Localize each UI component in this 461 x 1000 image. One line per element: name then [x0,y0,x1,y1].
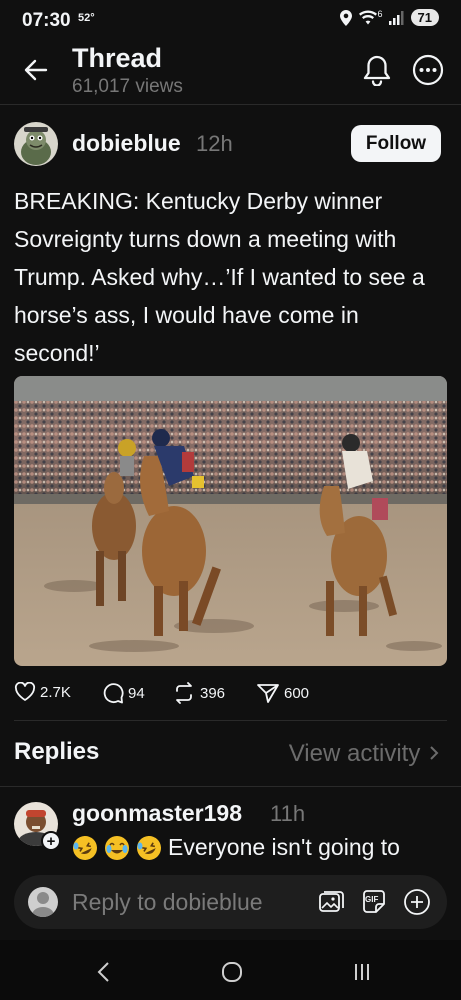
comment-count: 94 [128,684,145,702]
view-activity-link[interactable]: View activity [289,740,439,768]
rolling-on-floor-laughing-icon [137,835,161,860]
heart-icon [14,682,36,701]
post-author-avatar[interactable] [14,122,58,166]
nav-back-button[interactable] [90,958,118,986]
notifications-button[interactable] [362,54,392,87]
send-icon [257,684,279,703]
post-image[interactable] [14,376,447,666]
thread-header: Thread 61,017 views [0,40,461,102]
reply-composer: GIF [14,875,447,929]
attach-media-button[interactable] [317,888,345,916]
tears-of-joy-icon [105,835,129,860]
wifi-icon [358,10,377,24]
chevron-left-icon [97,962,109,982]
post-body-text: BREAKING: Kentucky Derby winner Sovreign… [14,188,425,366]
gif-button[interactable]: GIF [360,888,388,916]
repost-count: 396 [200,684,226,702]
status-temperature: 52° [78,12,95,24]
like-button[interactable]: 2.7K [14,682,71,702]
gif-label: GIF [365,895,379,904]
network-type: 6 [377,8,383,19]
share-count: 600 [284,684,310,702]
nav-home-button[interactable] [218,958,246,986]
reply-author-name[interactable]: goonmaster198 [72,800,242,827]
follow-button[interactable]: Follow [351,125,441,162]
recents-icon [355,964,369,980]
like-count: 2.7K [40,683,71,701]
plus-circle-icon [404,889,430,915]
replies-divider [0,786,461,787]
battery-indicator: 71 [410,9,439,26]
view-activity-label: View activity [288,740,421,767]
bell-icon [363,55,391,87]
reply-timestamp: 11h [270,801,306,826]
system-nav-bar [0,940,461,1000]
back-button[interactable] [22,56,50,84]
chevron-right-icon [430,746,439,760]
status-icons: 6 71 [339,8,439,26]
nav-recents-button[interactable] [348,958,376,986]
horse-race-photo [14,376,447,666]
status-bar: 07:30 52° 6 71 [0,0,461,40]
page-title: Thread [72,43,163,73]
follow-plus-badge[interactable]: + [41,831,61,851]
share-button[interactable]: 600 [256,682,309,704]
signal-icon [388,10,404,25]
replies-heading: Replies [14,738,100,765]
status-time: 07:30 [22,10,71,31]
current-user-avatar [28,887,58,917]
post-author-name[interactable]: dobieblue [72,130,181,157]
repost-icon [176,682,192,704]
reply-text: Everyone isn't going to [168,834,400,860]
more-horizontal-icon [412,54,444,86]
comment-button[interactable]: 94 [102,682,145,704]
reply-body: Everyone isn't going to [72,834,400,861]
home-circle-icon [222,962,242,982]
view-count: 61,017 views [72,76,183,97]
gallery-icon [319,891,344,912]
rolling-on-floor-laughing-icon [73,835,97,860]
post-timestamp: 12h [196,131,233,156]
location-icon [339,9,352,26]
more-options-button[interactable] [412,54,444,86]
repost-button[interactable]: 396 [172,682,225,704]
comment-icon [103,683,124,704]
add-button[interactable] [403,888,431,916]
arrow-left-icon [24,59,48,81]
reply-input[interactable] [72,885,297,919]
post-divider [14,720,447,721]
header-divider [0,104,461,105]
